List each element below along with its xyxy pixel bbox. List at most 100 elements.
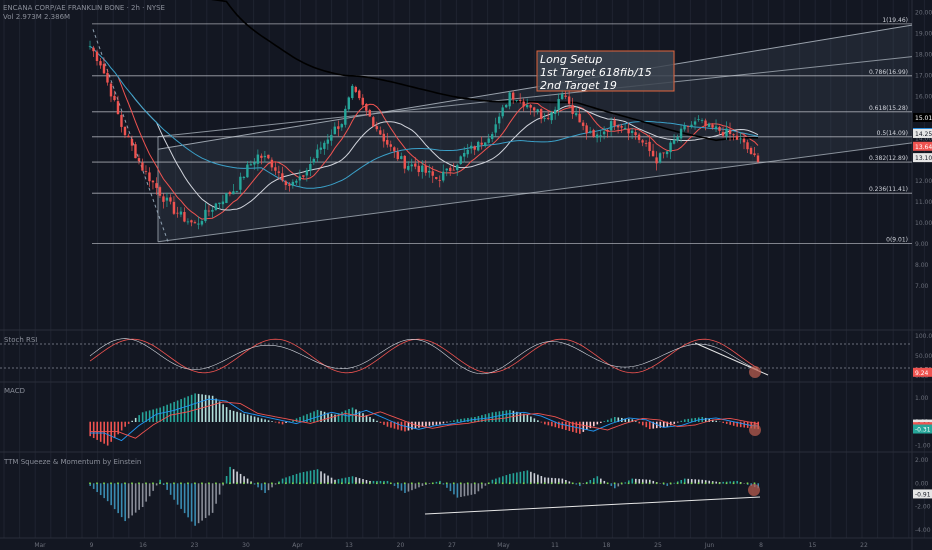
squeeze-hist-bar	[320, 471, 322, 484]
candle-body	[592, 129, 595, 137]
candle-body	[707, 123, 711, 127]
candle-body	[386, 139, 389, 145]
squeeze-hist-bar	[372, 480, 375, 484]
candle-body	[312, 158, 316, 163]
candle-body	[228, 192, 232, 195]
macd-hist-bar	[229, 409, 231, 423]
candle-body	[102, 63, 106, 74]
candle-body	[365, 103, 368, 111]
squeeze-dot	[501, 482, 504, 485]
candle-body	[690, 124, 693, 127]
candle-body	[274, 167, 277, 171]
candle-body	[658, 153, 662, 163]
macd-hist-bar	[148, 410, 151, 423]
macd-hist-bar	[173, 401, 175, 423]
candle-body	[641, 140, 644, 143]
squeeze-dot	[299, 482, 301, 485]
candle-body	[284, 181, 288, 186]
stoch_rsi-tick-label: 100.00	[915, 333, 932, 340]
candle-body	[396, 151, 399, 160]
squeeze-hist-bar	[407, 483, 410, 492]
macd-hist-bar	[446, 421, 448, 423]
candle-body	[249, 164, 253, 166]
candle-body	[361, 97, 364, 105]
candle-body	[470, 145, 473, 149]
candle-body	[504, 104, 508, 108]
candle-body	[368, 110, 371, 117]
candle-body	[218, 202, 221, 204]
price-tick-label: 17.00	[915, 73, 932, 80]
candle-body	[700, 120, 704, 121]
macd-hist-bar	[141, 412, 144, 423]
squeeze-hist-bar	[306, 471, 308, 484]
candle-body	[473, 146, 476, 150]
macd-hist-bar	[117, 421, 119, 435]
macd-hist-bar	[183, 397, 186, 423]
candle-body	[732, 134, 735, 136]
chart-canvas[interactable]: 1(19.46) 0.786(16.99) 0.618(15.28) 0.5(14.0…	[0, 0, 932, 550]
macd-hist-bar	[442, 421, 445, 424]
squeeze-dot	[627, 482, 630, 485]
time-tick-label: 13	[345, 542, 353, 549]
candle-body	[393, 147, 396, 152]
macd-hist-bar	[418, 421, 420, 428]
macd-hist-bar	[502, 410, 504, 423]
squeeze-dot	[592, 482, 595, 485]
squeeze-dot	[571, 482, 574, 485]
candle-body	[630, 130, 634, 133]
squeeze-hist-bar	[152, 483, 154, 491]
squeeze-hist-bar	[120, 483, 123, 518]
macd-hist-bar	[533, 418, 536, 423]
squeeze-hist-bar	[313, 469, 315, 484]
candle-body	[578, 113, 581, 123]
squeeze-dot	[676, 482, 679, 485]
macd-hist-bar	[561, 421, 564, 430]
squeeze-dot	[250, 482, 252, 485]
macd-hist-bar	[246, 414, 249, 423]
macd-hist-bar	[113, 421, 116, 439]
macd-hist-bar	[215, 398, 217, 423]
candle-body	[753, 153, 756, 156]
squeeze-dot	[117, 482, 119, 485]
macd-hist-bar	[278, 421, 280, 424]
candle-body	[602, 131, 606, 135]
macd-hist-bar	[313, 411, 315, 423]
squeeze-hist-bar	[117, 483, 119, 514]
squeeze-dot	[508, 482, 511, 485]
price-tag-label: 13.10	[915, 155, 932, 162]
squeeze-hist-bar	[526, 470, 529, 484]
squeeze-dot	[557, 482, 560, 485]
squeeze-hist-bar	[141, 483, 144, 508]
macd-hist-bar	[96, 421, 98, 440]
fib-label: 0.5(14.09)	[877, 130, 908, 137]
macd-hist-bar	[638, 421, 641, 424]
candle-body	[407, 165, 410, 170]
macd-hist-bar	[673, 421, 676, 424]
candle-body	[518, 100, 522, 101]
candle-body	[134, 144, 137, 159]
squeeze-hist-bar	[400, 483, 403, 491]
squeeze-dot	[166, 482, 168, 485]
macd-hist-bar	[645, 421, 648, 428]
squeeze-dot	[110, 482, 112, 485]
candle-body	[347, 97, 351, 110]
candle-body	[113, 95, 116, 101]
annotation-box[interactable]: Long Setup 1st Target 618fib/15 2nd Targ…	[536, 50, 675, 92]
macd-hist-bar	[432, 421, 434, 426]
price-tag-label: -0.91	[915, 491, 931, 498]
squeeze-hist-bar	[680, 480, 683, 484]
time-tick-label: 15	[809, 542, 817, 549]
time-tick-label: 8	[759, 542, 763, 549]
squeeze-hist-bar	[274, 483, 277, 485]
candle-body	[207, 210, 211, 212]
candle-body	[92, 47, 95, 52]
candle-body	[543, 118, 546, 119]
macd-hist-bar	[250, 415, 252, 423]
squeeze-dot	[536, 482, 539, 485]
candle-body	[242, 176, 246, 178]
macd-hist-bar	[194, 393, 196, 423]
candle-body	[277, 171, 281, 173]
candle-body	[106, 72, 109, 83]
macd-hist-bar	[397, 421, 399, 430]
candle-body	[424, 165, 427, 173]
